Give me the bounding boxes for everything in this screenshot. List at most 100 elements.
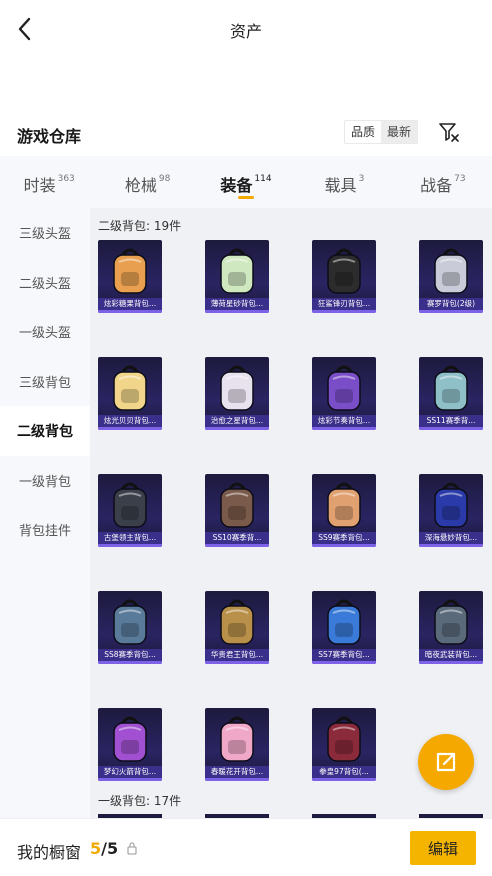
rarity-bar — [312, 778, 376, 781]
backpack-icon — [113, 248, 147, 294]
group-label: 二级背包: 19件 — [98, 219, 182, 233]
tab-label: 装备 — [220, 176, 253, 195]
edit-button[interactable]: 编辑 — [410, 831, 476, 865]
item-name: 暗夜武装背包... — [419, 649, 483, 661]
tab-fashion[interactable]: 时装 363 — [0, 156, 98, 208]
sidebar-item-lv1-backpack[interactable]: 一级背包 — [0, 456, 90, 506]
rarity-bar — [205, 661, 269, 664]
item-name: 炫彩糖果背包... — [98, 298, 162, 310]
backpack-icon — [220, 365, 254, 411]
item-name: 薄荷星砂背包... — [205, 298, 269, 310]
item-name: 狂鲨锋刃背包... — [312, 298, 376, 310]
tab-weapons[interactable]: 枪械 98 — [98, 156, 196, 208]
rarity-bar — [312, 427, 376, 430]
item-content[interactable]: 二级背包: 19件 炫彩糖果背包... 薄荷星砂背包... 狂鲨锋刃背包... 赛罗背… — [90, 208, 492, 818]
tab-vehicles[interactable]: 载具 3 — [295, 156, 393, 208]
sidebar-item-lv2-helmet[interactable]: 二级头盔 — [0, 258, 90, 308]
sort-quality-button[interactable]: 品质 — [345, 121, 382, 143]
item-name: SS10赛季背... — [205, 532, 269, 544]
filter-icon — [439, 123, 459, 142]
item-name: SS7赛季背包... — [312, 649, 376, 661]
category-tabs: 时装 363 枪械 98 装备 114 载具 3 战备 73 — [0, 156, 492, 208]
item-card[interactable]: 古堡领主背包... — [98, 474, 162, 547]
item-card[interactable]: 治愈之星背包... — [205, 357, 269, 430]
tab-count: 114 — [254, 173, 272, 184]
item-name: 古堡领主背包... — [98, 532, 162, 544]
showcase-count: 5/5 — [90, 839, 118, 858]
page-title: 资产 — [229, 22, 262, 41]
item-name: 拳皇97背包(... — [312, 766, 376, 778]
filter-button[interactable] — [436, 118, 462, 146]
backpack-icon — [113, 482, 147, 528]
rarity-bar — [98, 544, 162, 547]
backpack-icon — [220, 482, 254, 528]
item-card[interactable]: SS9赛季背包... — [312, 474, 376, 547]
item-card[interactable]: 深海悬妙背包... — [419, 474, 483, 547]
item-card[interactable]: SS8赛季背包... — [98, 591, 162, 664]
external-link-icon — [436, 752, 456, 772]
item-card[interactable]: 春暖花开背包... — [205, 708, 269, 781]
item-card[interactable]: 炫光贝贝背包... — [98, 357, 162, 430]
item-card[interactable]: 拳皇97背包(... — [312, 708, 376, 781]
backpack-icon — [220, 248, 254, 294]
backpack-icon — [327, 365, 361, 411]
tab-label: 枪械 — [124, 176, 157, 195]
item-card[interactable]: 赛罗背包(2级) — [419, 240, 483, 313]
rarity-bar — [98, 661, 162, 664]
backpack-icon — [434, 599, 468, 645]
item-name: 春暖花开背包... — [205, 766, 269, 778]
item-name: SS9赛季背包... — [312, 532, 376, 544]
rarity-bar — [205, 310, 269, 313]
item-card[interactable]: 炫彩糖果背包... — [98, 240, 162, 313]
rarity-bar — [312, 661, 376, 664]
showcase-label: 我的橱窗 — [17, 843, 82, 862]
tab-combat-gear[interactable]: 战备 73 — [394, 156, 492, 208]
sort-newest-button[interactable]: 最新 — [381, 121, 418, 143]
rarity-bar — [419, 544, 483, 547]
tab-equipment[interactable]: 装备 114 — [197, 156, 295, 208]
backpack-icon — [113, 365, 147, 411]
rarity-bar — [98, 778, 162, 781]
item-card[interactable]: 狂鲨锋刃背包... — [312, 240, 376, 313]
backpack-icon — [327, 599, 361, 645]
tab-active-indicator — [238, 196, 255, 199]
rarity-bar — [419, 427, 483, 430]
item-card[interactable]: SS11赛季背... — [419, 357, 483, 430]
item-card[interactable]: 梦幻火箭背包... — [98, 708, 162, 781]
item-name: 深海悬妙背包... — [419, 532, 483, 544]
item-card[interactable]: 薄荷星砂背包... — [205, 240, 269, 313]
backpack-icon — [434, 365, 468, 411]
sidebar-item-lv2-backpack[interactable]: 二级背包 — [0, 406, 90, 456]
item-card[interactable]: SS10赛季背... — [205, 474, 269, 547]
section-title: 游戏仓库 — [17, 127, 82, 146]
showcase-current: 5 — [90, 839, 102, 858]
backpack-icon — [327, 248, 361, 294]
sidebar-item-backpack-pendant[interactable]: 背包挂件 — [0, 505, 90, 555]
tab-count: 363 — [57, 173, 75, 184]
rarity-bar — [205, 427, 269, 430]
rarity-bar — [205, 544, 269, 547]
item-name: 赛罗背包(2级) — [419, 298, 483, 310]
item-name: 华贵君王背包... — [205, 649, 269, 661]
sidebar-item-lv1-helmet[interactable]: 一级头盔 — [0, 307, 90, 357]
backpack-icon — [220, 716, 254, 762]
lock-icon — [127, 842, 137, 855]
tab-count: 98 — [158, 173, 171, 184]
item-card[interactable]: 暗夜武装背包... — [419, 591, 483, 664]
item-name: 梦幻火箭背包... — [98, 766, 162, 778]
item-name: SS11赛季背... — [419, 415, 483, 427]
backpack-icon — [113, 716, 147, 762]
sidebar-item-lv3-helmet[interactable]: 三级头盔 — [0, 208, 90, 258]
item-card[interactable]: 华贵君王背包... — [205, 591, 269, 664]
item-card[interactable]: SS7赛季背包... — [312, 591, 376, 664]
backpack-icon — [434, 482, 468, 528]
item-name: 治愈之星背包... — [205, 415, 269, 427]
share-fab-button[interactable] — [418, 734, 474, 790]
backpack-icon — [327, 482, 361, 528]
sort-toggle: 品质 最新 — [344, 120, 419, 144]
item-card[interactable]: 炫彩节奏背包... — [312, 357, 376, 430]
sidebar-item-lv3-backpack[interactable]: 三级背包 — [0, 357, 90, 407]
tab-label: 战备 — [420, 176, 453, 195]
rarity-bar — [419, 661, 483, 664]
group-label: 一级背包: 17件 — [98, 794, 182, 808]
